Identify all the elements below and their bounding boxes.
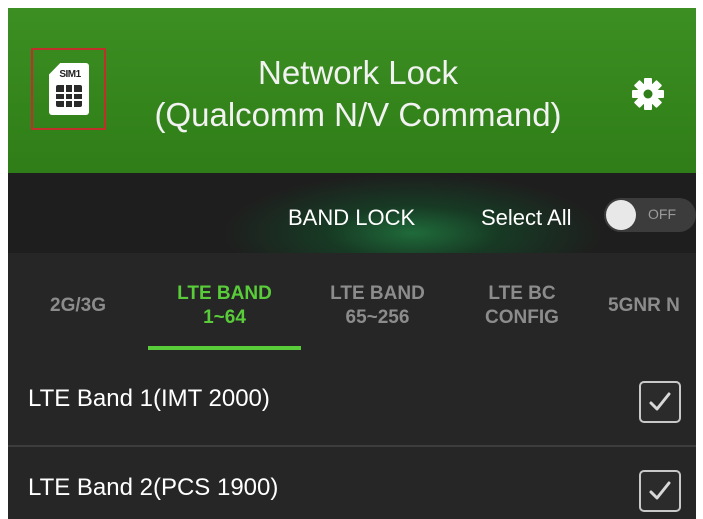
sim-selector[interactable]: SIM1: [31, 48, 106, 130]
band-label: LTE Band 1(IMT 2000): [28, 385, 270, 412]
title-line-2: (Qualcomm N/V Command): [154, 96, 562, 133]
gear-icon[interactable]: [628, 74, 668, 114]
tab-lte-bc-config[interactable]: LTE BC CONFIG: [454, 253, 590, 358]
sim-card-icon: SIM1: [49, 63, 89, 115]
tab-5gnr[interactable]: 5GNR N: [608, 253, 696, 358]
toggle-state: OFF: [648, 206, 676, 222]
app-header: SIM1 Network Lock (Qualcomm N/V Command): [8, 8, 696, 173]
sim-chip: [56, 85, 82, 107]
toggle-knob: [606, 200, 636, 230]
select-all-label: Select All: [481, 205, 572, 230]
sim-label: SIM1: [59, 69, 81, 80]
tab-lte-band-1-64[interactable]: LTE BAND 1~64: [148, 253, 301, 358]
band-row-1[interactable]: LTE Band 1(IMT 2000): [8, 358, 696, 445]
band-checkbox[interactable]: [639, 381, 681, 423]
band-row-2[interactable]: LTE Band 2(PCS 1900): [8, 447, 696, 519]
band-label: LTE Band 2(PCS 1900): [28, 474, 279, 501]
tab-lte-band-65-256[interactable]: LTE BAND 65~256: [301, 253, 454, 358]
tab-2g-3g[interactable]: 2G/3G: [8, 253, 148, 358]
active-tab-indicator: [148, 346, 301, 350]
title-line-1: Network Lock: [258, 54, 458, 91]
band-tabs: 2G/3G LTE BAND 1~64 LTE BAND 65~256 LTE …: [8, 253, 696, 358]
page-title: Network Lock (Qualcomm N/V Command): [108, 52, 608, 136]
band-lock-title: BAND LOCK: [288, 205, 416, 230]
band-checkbox[interactable]: [639, 470, 681, 512]
band-lock-bar: BAND LOCK Select All OFF: [8, 173, 696, 253]
app-screen: SIM1 Network Lock (Qualcomm N/V Command): [8, 8, 696, 519]
check-icon: [649, 392, 671, 411]
select-all-toggle[interactable]: OFF: [604, 198, 696, 232]
check-icon: [649, 481, 671, 500]
